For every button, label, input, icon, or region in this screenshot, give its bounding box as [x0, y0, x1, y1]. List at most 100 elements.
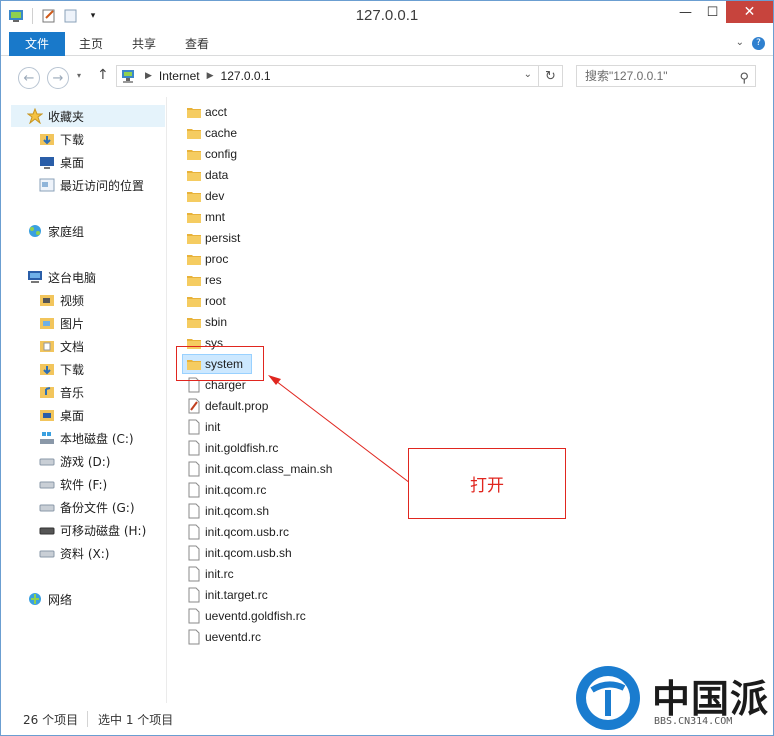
sidebar-item-favorites[interactable]: 收藏夹: [11, 105, 165, 127]
breadcrumb-internet[interactable]: Internet: [159, 69, 200, 83]
maximize-icon[interactable]: ☐: [699, 1, 726, 23]
item-label: init: [205, 420, 221, 434]
file-item[interactable]: init.qcom.class_main.sh: [186, 459, 332, 479]
sidebar-item-downloads-pc[interactable]: 下载: [39, 358, 84, 380]
breadcrumb-chevron-icon[interactable]: ▶: [207, 71, 214, 81]
minimize-icon[interactable]: —: [672, 1, 699, 23]
sidebar-item-this-pc[interactable]: 这台电脑: [27, 266, 96, 288]
item-label: data: [205, 168, 229, 182]
folder-icon: [186, 125, 202, 141]
item-label: init.qcom.usb.sh: [205, 546, 292, 560]
tab-share[interactable]: 共享: [132, 32, 156, 56]
close-icon[interactable]: ✕: [726, 1, 773, 23]
address-dropdown-icon[interactable]: ⌄: [524, 69, 532, 80]
sidebar-label: 桌面: [60, 408, 85, 423]
back-icon[interactable]: ←: [18, 67, 40, 89]
sidebar-item-drive-f[interactable]: 软件 (F:): [39, 473, 107, 495]
network-location-icon: [120, 68, 138, 84]
expand-ribbon-icon[interactable]: ⌄: [736, 37, 744, 50]
folder-item[interactable]: res: [186, 270, 222, 290]
removable-drive-icon: [39, 522, 55, 538]
watermark-brand: 中国派: [652, 676, 770, 721]
file-item[interactable]: init.rc: [186, 564, 234, 584]
sidebar-label: 视频: [60, 293, 85, 308]
folder-item[interactable]: sbin: [186, 312, 227, 332]
folder-item[interactable]: acct: [186, 102, 227, 122]
sidebar-item-drive-g[interactable]: 备份文件 (G:): [39, 496, 135, 518]
ribbon-right-controls: ⌄ ?: [736, 37, 765, 50]
status-divider: [87, 711, 88, 727]
folder-item[interactable]: mnt: [186, 207, 225, 227]
up-icon[interactable]: ↑: [97, 67, 109, 83]
sidebar-item-network[interactable]: 网络: [27, 588, 72, 610]
folder-item[interactable]: persist: [186, 228, 240, 248]
folder-item[interactable]: cache: [186, 123, 237, 143]
file-item[interactable]: init: [186, 417, 220, 437]
breadcrumb-host[interactable]: 127.0.0.1: [221, 69, 271, 83]
sidebar-label: 软件 (F:): [60, 477, 108, 492]
folder-item[interactable]: config: [186, 144, 237, 164]
recent-locations-icon[interactable]: ▾: [77, 71, 81, 80]
navigation-pane: 收藏夹 下载 桌面 最近访问的位置 家庭组 这台电脑 视频 图片 文档 下载 音…: [1, 97, 167, 703]
search-input[interactable]: 搜索"127.0.0.1" ⚲: [576, 65, 756, 87]
sidebar-item-videos[interactable]: 视频: [39, 289, 84, 311]
sidebar-item-desktop-pc[interactable]: 桌面: [39, 404, 84, 426]
breadcrumb-chevron-icon[interactable]: ▶: [145, 71, 152, 81]
navigation-bar: ← → ▾ ↑ ▶ Internet ▶ 127.0.0.1 ⌄ ↻ 搜索"12…: [1, 57, 773, 97]
file-item[interactable]: default.prop: [186, 396, 268, 416]
sidebar-item-drive-d[interactable]: 游戏 (D:): [39, 450, 110, 472]
refresh-icon[interactable]: ↻: [539, 65, 563, 87]
sidebar-label: 桌面: [60, 155, 85, 170]
help-icon[interactable]: ?: [752, 37, 765, 50]
sidebar-item-recent-places[interactable]: 最近访问的位置: [39, 174, 144, 196]
file-item[interactable]: init.qcom.sh: [186, 501, 269, 521]
folder-item[interactable]: data: [186, 165, 228, 185]
folder-icon: [186, 146, 202, 162]
sidebar-label: 下载: [60, 132, 85, 147]
drive-icon: [39, 453, 55, 469]
item-label: proc: [205, 252, 229, 266]
address-bar[interactable]: ▶ Internet ▶ 127.0.0.1 ⌄: [116, 65, 539, 87]
file-item[interactable]: init.qcom.rc: [186, 480, 266, 500]
drive-icon: [39, 545, 55, 561]
sidebar-item-music[interactable]: 音乐: [39, 381, 84, 403]
recent-places-icon: [39, 177, 55, 193]
file-icon: [186, 440, 202, 456]
file-item[interactable]: init.target.rc: [186, 585, 268, 605]
item-count: 26 个项目: [23, 713, 79, 727]
sidebar-label: 资料 (X:): [60, 546, 110, 561]
file-icon: [186, 545, 202, 561]
file-item[interactable]: ueventd.goldfish.rc: [186, 606, 306, 626]
sidebar-item-drive-x[interactable]: 资料 (X:): [39, 542, 109, 564]
item-label: cache: [205, 126, 238, 140]
sidebar-item-drive-c[interactable]: 本地磁盘 (C:): [39, 427, 134, 449]
file-item[interactable]: init.qcom.usb.rc: [186, 522, 289, 542]
file-icon: [186, 629, 202, 645]
sidebar-item-desktop[interactable]: 桌面: [39, 151, 84, 173]
folder-item[interactable]: proc: [186, 249, 228, 269]
ribbon-tabs: 文件 主页 共享 查看 ⌄ ?: [1, 32, 773, 56]
sidebar-item-pictures[interactable]: 图片: [39, 312, 84, 334]
folder-icon: [186, 167, 202, 183]
tab-home[interactable]: 主页: [79, 32, 103, 56]
tab-view[interactable]: 查看: [185, 32, 209, 56]
folder-icon: [186, 293, 202, 309]
sidebar-item-documents[interactable]: 文档: [39, 335, 84, 357]
file-item[interactable]: init.goldfish.rc: [186, 438, 278, 458]
file-item[interactable]: init.qcom.usb.sh: [186, 543, 292, 563]
sidebar-item-drive-h[interactable]: 可移动磁盘 (H:): [39, 519, 146, 541]
prop-file-icon: [186, 398, 202, 414]
downloads-folder-icon: [39, 131, 55, 147]
sidebar-item-downloads[interactable]: 下载: [39, 128, 84, 150]
videos-folder-icon: [39, 292, 55, 308]
sidebar-label: 下载: [60, 362, 85, 377]
folder-item[interactable]: root: [186, 291, 226, 311]
folder-item[interactable]: dev: [186, 186, 224, 206]
sidebar-item-homegroup[interactable]: 家庭组: [27, 220, 84, 242]
item-label: default.prop: [205, 399, 269, 413]
file-item[interactable]: ueventd.rc: [186, 627, 261, 647]
tab-file[interactable]: 文件: [9, 32, 65, 56]
forward-icon[interactable]: →: [47, 67, 69, 89]
window-title: 127.0.0.1: [355, 7, 419, 24]
search-icon[interactable]: ⚲: [739, 68, 749, 88]
